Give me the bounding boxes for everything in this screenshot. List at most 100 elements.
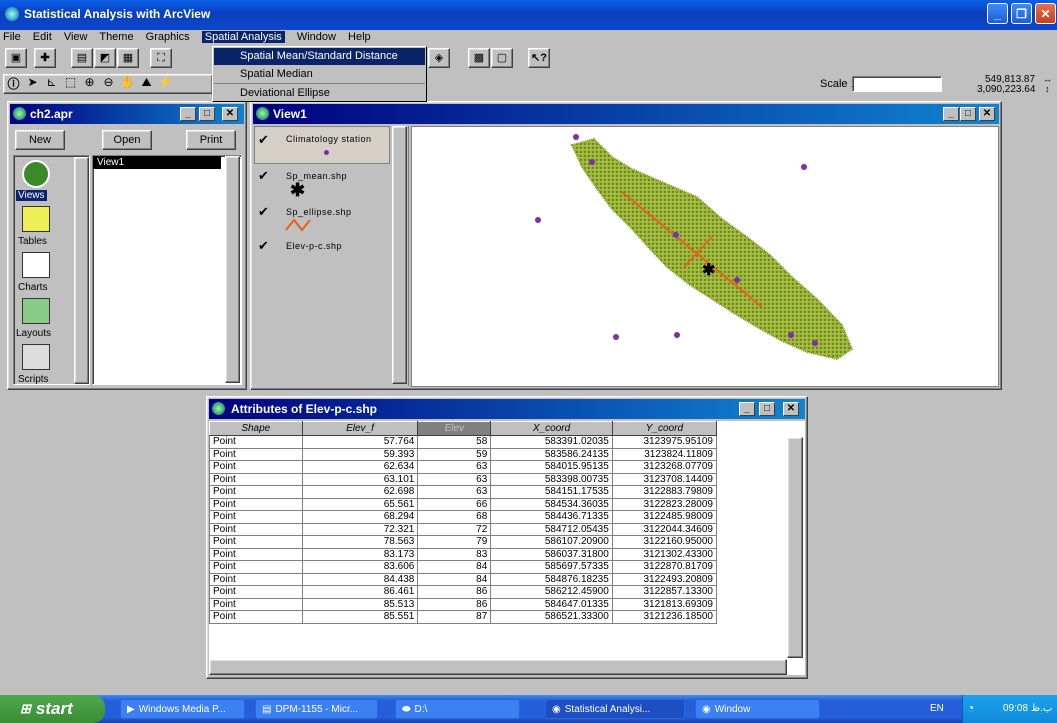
table-cell[interactable]: 584015.95135 bbox=[490, 460, 613, 474]
views-icon[interactable] bbox=[22, 160, 50, 188]
table-cell[interactable]: 83 bbox=[417, 547, 492, 561]
table-row[interactable]: Point 85.513 86 584647.01335 3121813.69309 bbox=[209, 597, 718, 611]
checkbox-elev[interactable]: ✔ bbox=[258, 238, 269, 254]
table-cell[interactable]: 65.561 bbox=[301, 497, 419, 511]
task-statistical[interactable]: ◉ Statistical Analysi... bbox=[545, 699, 685, 719]
checkbox-sp-mean[interactable]: ✔ bbox=[258, 168, 269, 184]
pointer-icon[interactable]: ➤ bbox=[23, 75, 42, 93]
table-cell[interactable]: 79 bbox=[417, 535, 492, 549]
table-row[interactable]: Point 62.698 63 584151.17535 3122883.79809 bbox=[209, 485, 718, 499]
table-cell[interactable]: 3122044.34609 bbox=[611, 522, 718, 536]
table-cell[interactable]: 3123708.14409 bbox=[611, 472, 718, 486]
scale-input[interactable] bbox=[852, 76, 942, 92]
table-cell[interactable]: 63 bbox=[417, 472, 492, 486]
table-cell[interactable]: 584151.17535 bbox=[490, 485, 613, 499]
table-cell[interactable]: 84.438 bbox=[301, 572, 419, 586]
table-cell[interactable]: 586212.45900 bbox=[490, 585, 613, 599]
table-cell[interactable]: 3122883.79809 bbox=[611, 485, 718, 499]
menu-view[interactable]: View bbox=[64, 31, 88, 43]
checkbox-sp-ellipse[interactable]: ✔ bbox=[258, 204, 269, 220]
table-cell[interactable]: Point bbox=[209, 597, 303, 611]
menu-file[interactable]: File bbox=[3, 31, 21, 43]
task-window[interactable]: ◉ Window bbox=[695, 699, 820, 719]
table-cell[interactable]: 78.563 bbox=[301, 535, 419, 549]
start-button[interactable]: ⊞ start bbox=[0, 695, 105, 723]
table-row[interactable]: Point 63.101 63 583398.00735 3123708.14409 bbox=[209, 472, 718, 486]
table-cell[interactable]: Point bbox=[209, 585, 303, 599]
table-cell[interactable]: 584876.18235 bbox=[490, 572, 613, 586]
table-cell[interactable]: 63 bbox=[417, 460, 492, 474]
table-row[interactable]: Point 85.551 87 586521.33300 3121236.18500 bbox=[209, 610, 718, 624]
table-row[interactable]: Point 78.563 79 586107.20900 3122160.95000 bbox=[209, 535, 718, 549]
layouts-label[interactable]: Layouts bbox=[16, 328, 51, 339]
col-elev-f[interactable]: Elev_f bbox=[301, 421, 419, 436]
table-cell[interactable]: 63 bbox=[417, 485, 492, 499]
table-cell[interactable]: 62.698 bbox=[301, 485, 419, 499]
print-button[interactable]: Print bbox=[186, 130, 236, 150]
table-cell[interactable]: 63.101 bbox=[301, 472, 419, 486]
tables-label[interactable]: Tables bbox=[18, 236, 47, 247]
maximize-icon[interactable]: □ bbox=[199, 107, 215, 121]
table-cell[interactable]: 3121236.18500 bbox=[611, 610, 718, 624]
open-button[interactable]: Open bbox=[102, 130, 152, 150]
maximize-icon[interactable]: □ bbox=[960, 107, 976, 121]
table-row[interactable]: Point 59.393 59 583586.24135 3123824.11809 bbox=[209, 447, 718, 461]
table-cell[interactable]: 3123975.95109 bbox=[611, 435, 718, 449]
list-scrollbar[interactable] bbox=[225, 156, 240, 383]
col-shape[interactable]: Shape bbox=[209, 421, 303, 436]
identify-icon[interactable]: ⓘ bbox=[4, 75, 23, 93]
open-table-icon[interactable]: ▦ bbox=[117, 48, 139, 68]
theme-elev[interactable]: Elev-p-c.shp bbox=[286, 241, 342, 251]
table-cell[interactable]: 3123268.07709 bbox=[611, 460, 718, 474]
table-cell[interactable]: 83.606 bbox=[301, 560, 419, 574]
theme-climatology[interactable]: Climatology station bbox=[286, 134, 372, 144]
table-cell[interactable]: 59.393 bbox=[301, 447, 419, 461]
close-icon[interactable]: ✕ bbox=[222, 107, 238, 121]
table-cell[interactable]: 59 bbox=[417, 447, 492, 461]
find-icon[interactable]: ⛶ bbox=[150, 48, 172, 68]
table-cell[interactable]: 87 bbox=[417, 610, 492, 624]
list-item[interactable]: View1 bbox=[93, 156, 221, 169]
table-row[interactable]: Point 62.634 63 584015.95135 3123268.07709 bbox=[209, 460, 718, 474]
table-cell[interactable]: Point bbox=[209, 510, 303, 524]
table-cell[interactable]: 86 bbox=[417, 597, 492, 611]
table-cell[interactable]: 3122493.20809 bbox=[611, 572, 718, 586]
table-cell[interactable]: 84 bbox=[417, 572, 492, 586]
table-cell[interactable]: 72 bbox=[417, 522, 492, 536]
table-row[interactable]: Point 86.461 86 586212.45900 3122857.13300 bbox=[209, 585, 718, 599]
table-cell[interactable]: 68 bbox=[417, 510, 492, 524]
save-icon[interactable]: ▣ bbox=[5, 48, 27, 68]
select-feature-icon[interactable]: ⬚ bbox=[61, 75, 80, 93]
menu-window[interactable]: Window bbox=[297, 31, 336, 43]
table-cell[interactable]: 586037.31800 bbox=[490, 547, 613, 561]
minimize-icon[interactable]: _ bbox=[943, 107, 959, 121]
table-row[interactable]: Point 68.294 68 584436.71335 3122485.98009 bbox=[209, 510, 718, 524]
table-cell[interactable]: Point bbox=[209, 485, 303, 499]
menu-theme[interactable]: Theme bbox=[99, 31, 133, 43]
task-media-player[interactable]: ▶ Windows Media P... bbox=[120, 699, 245, 719]
col-y-coord[interactable]: Y_coord bbox=[611, 421, 718, 436]
table-cell[interactable]: 3122823.28009 bbox=[611, 497, 718, 511]
theme-properties-icon[interactable]: ▤ bbox=[71, 48, 93, 68]
zoom-out-icon[interactable]: ⊖ bbox=[99, 75, 118, 93]
table-cell[interactable]: 586107.20900 bbox=[490, 535, 613, 549]
close-icon[interactable]: ✕ bbox=[783, 402, 799, 416]
menu-item-spatial-mean[interactable]: Spatial Mean/Standard Distance bbox=[214, 48, 425, 65]
table-cell[interactable]: Point bbox=[209, 535, 303, 549]
table-row[interactable]: Point 84.438 84 584876.18235 3122493.20809 bbox=[209, 572, 718, 586]
minimize-icon[interactable]: _ bbox=[739, 402, 755, 416]
map-canvas[interactable]: ✱ bbox=[411, 126, 999, 387]
zoom-in-icon[interactable]: ⊕ bbox=[80, 75, 99, 93]
table-cell[interactable]: 83.173 bbox=[301, 547, 419, 561]
tables-icon[interactable] bbox=[22, 206, 50, 232]
doc-scrollbar[interactable] bbox=[74, 157, 89, 384]
table-cell[interactable]: Point bbox=[209, 547, 303, 561]
minimize-icon[interactable]: _ bbox=[987, 3, 1008, 24]
menu-item-spatial-median[interactable]: Spatial Median bbox=[214, 65, 425, 83]
views-label[interactable]: Views bbox=[16, 190, 47, 201]
vertex-edit-icon[interactable]: ⊾ bbox=[42, 75, 61, 93]
charts-icon[interactable] bbox=[22, 252, 50, 278]
scripts-icon[interactable] bbox=[22, 344, 50, 370]
table-cell[interactable]: 3122857.13300 bbox=[611, 585, 718, 599]
close-icon[interactable]: ✕ bbox=[979, 107, 995, 121]
